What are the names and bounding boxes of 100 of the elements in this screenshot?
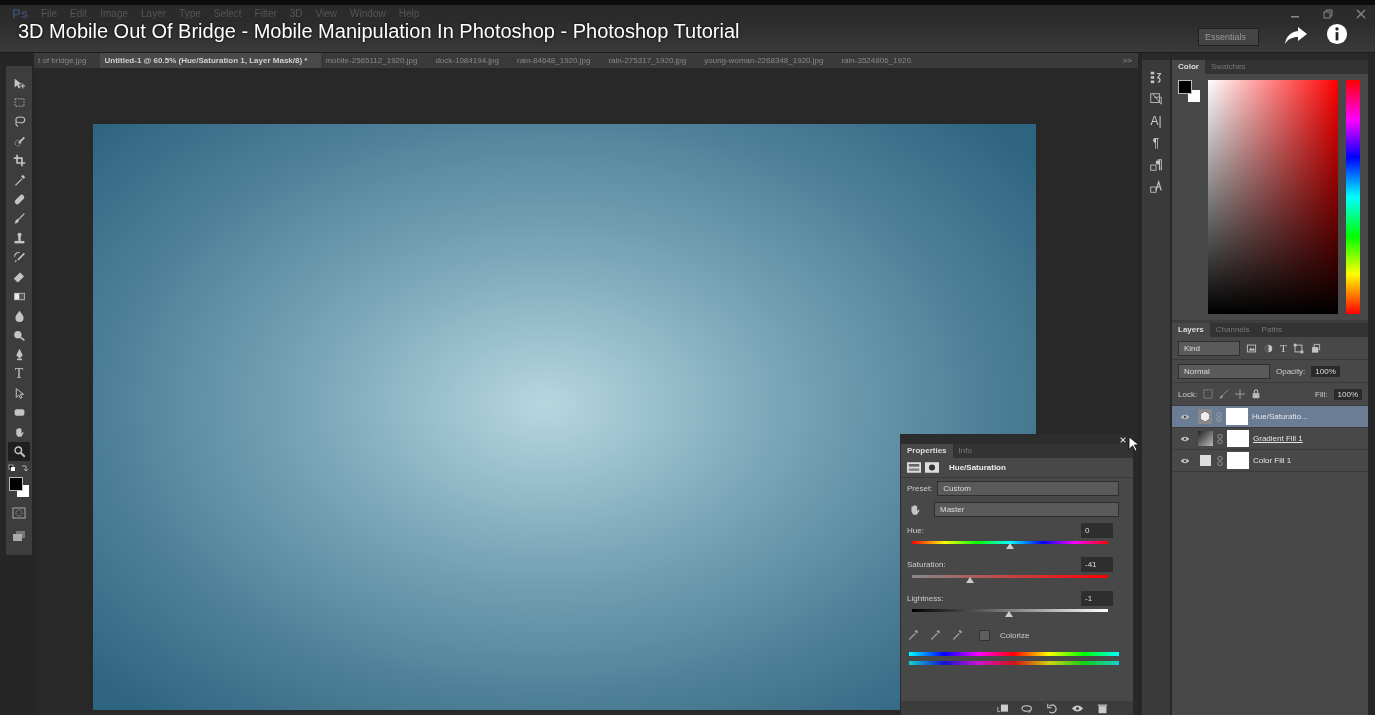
character-styles-panel-icon[interactable] [1149, 180, 1163, 194]
zoom-tool-icon[interactable] [12, 445, 26, 459]
panel-tab[interactable]: Info [952, 444, 978, 458]
workspace-dropdown[interactable]: Essentials [1197, 28, 1259, 46]
panel-tab[interactable]: Properties [901, 444, 953, 458]
opacity-label: Opacity: [1276, 366, 1306, 376]
marquee-tool-icon[interactable] [12, 96, 26, 110]
eyedropper-minus-icon[interactable] [951, 629, 963, 641]
lock-label: Lock: [1178, 389, 1198, 399]
share-icon[interactable] [1284, 25, 1308, 45]
gradient-tool-icon[interactable] [12, 290, 26, 303]
close-icon[interactable] [1355, 7, 1367, 20]
shape-filter-icon[interactable] [1292, 342, 1304, 354]
type-tool-button[interactable]: T [8, 364, 30, 384]
paragraph-panel-button[interactable]: ¶ [1152, 136, 1160, 150]
adjustment-filter-icon[interactable] [1263, 342, 1274, 354]
colorize-checkbox[interactable] [979, 629, 990, 641]
color-swatches-icon[interactable] [1178, 80, 1200, 102]
brush-icon[interactable] [1219, 389, 1230, 399]
quick-mask-icon[interactable] [12, 506, 26, 519]
slider-label: Lightness: [907, 594, 944, 603]
tab-overflow-button[interactable]: >> [1122, 56, 1138, 65]
panel-title: Hue/Saturation [949, 463, 1006, 472]
type-filter-button[interactable]: T [1280, 342, 1287, 354]
value-field[interactable]: -1 [1081, 591, 1113, 606]
paragraph-styles-panel-icon[interactable] [1149, 158, 1163, 172]
layer-thumbnail [1200, 455, 1211, 466]
dodge-tool-icon[interactable] [12, 328, 26, 342]
value-field[interactable]: -41 [1081, 557, 1113, 572]
channel-dropdown[interactable]: Master [934, 502, 1119, 517]
adjustment-icon [907, 462, 921, 473]
app-logo: Ps [12, 6, 28, 21]
eyedropper-plus-icon[interactable] [929, 629, 941, 641]
info-icon[interactable] [1326, 23, 1348, 45]
reset-icon[interactable] [1046, 703, 1059, 714]
hue-slider-thumb[interactable] [1006, 543, 1014, 549]
layer-mask-thumbnail [1226, 408, 1248, 425]
restore-icon[interactable] [1322, 7, 1334, 20]
screen-mode-icon[interactable] [12, 529, 26, 542]
eye-icon[interactable] [1180, 412, 1190, 421]
value-field[interactable]: 0 [1081, 523, 1113, 538]
swap-colors-icon[interactable] [8, 463, 30, 474]
panel-tab[interactable]: Layers [1172, 323, 1210, 337]
layer-row[interactable]: Hue/Saturatio... [1172, 406, 1368, 428]
layer-row[interactable]: Color Fill 1 [1172, 450, 1368, 472]
preset-dropdown[interactable]: Custom [937, 481, 1119, 496]
layer-mask-thumbnail [1227, 452, 1249, 469]
stamp-tool-icon[interactable] [12, 231, 26, 245]
layer-name: Hue/Saturatio... [1252, 412, 1308, 421]
video-title: 3D Mobile Out Of Bridge - Mobile Manipulation In Photoshop - Photoshop Tutorial [18, 20, 740, 43]
zoom-tool-button[interactable] [8, 442, 30, 461]
mask-icon[interactable] [925, 462, 939, 473]
pixel-filter-icon[interactable] [1246, 342, 1257, 354]
clip-layer-icon[interactable] [996, 703, 1009, 714]
smart-filter-icon[interactable] [1309, 342, 1321, 354]
layer-row[interactable]: Gradient Fill 1 [1172, 428, 1368, 450]
layer-name: Color Fill 1 [1253, 456, 1292, 465]
document-tab[interactable]: mobile-2565112_1920.jpg [321, 53, 432, 68]
color-field[interactable] [1208, 80, 1338, 314]
panel-tab[interactable]: Swatches [1204, 60, 1252, 74]
lightness-slider-thumb[interactable] [1005, 611, 1013, 617]
document-tab[interactable]: rain-84648_1920.jpg [513, 53, 605, 68]
quick-select-tool-icon[interactable] [12, 134, 26, 148]
layer-thumbnail [1198, 409, 1212, 424]
eye-icon[interactable] [1180, 434, 1190, 443]
document-tab[interactable]: rain-275317_1920.jpg [604, 53, 701, 68]
saturation-slider-thumb[interactable] [965, 577, 974, 583]
history-panel-icon[interactable] [1149, 70, 1163, 84]
blend-mode-dropdown[interactable]: Normal [1178, 363, 1270, 379]
panel-tab[interactable]: Paths [1255, 323, 1289, 337]
document-tab[interactable]: rain-3524806_1920. [837, 53, 928, 68]
hue-strip[interactable] [1346, 80, 1360, 314]
slider-label: Saturation: [907, 560, 946, 569]
link-icon [1216, 410, 1222, 423]
layer-mask-thumbnail [1227, 430, 1249, 447]
document-tab[interactable]: dock-1084194.jpg [431, 53, 513, 68]
move-tool-icon[interactable] [12, 76, 26, 90]
foreground-background-swatches[interactable] [9, 476, 29, 497]
link-icon [1217, 432, 1223, 445]
fill-field[interactable]: 100% [1333, 388, 1362, 400]
trash-icon[interactable] [1096, 703, 1109, 714]
visibility-icon[interactable] [1071, 703, 1084, 714]
panel-tab[interactable]: Color [1172, 60, 1205, 74]
navigator-panel-icon[interactable] [1149, 92, 1163, 106]
colorize-label: Colorize [1000, 630, 1030, 640]
filter-kind-dropdown[interactable]: Kind [1178, 340, 1240, 356]
crop-tool-icon[interactable] [12, 154, 26, 168]
eye-icon[interactable] [1180, 456, 1190, 465]
document-tab[interactable]: young-woman-2268348_1920.jpg [700, 53, 838, 68]
document-tab[interactable]: Untitled-1 @ 60.5% (Hue/Saturation 1, Layer Mask/8) * [100, 53, 322, 68]
character-panel-button[interactable]: A| [1150, 114, 1162, 128]
layer-name: Gradient Fill 1 [1253, 434, 1303, 443]
move-icon[interactable] [1235, 389, 1246, 399]
opacity-field[interactable]: 100% [1311, 365, 1340, 377]
history-brush-tool-icon[interactable] [12, 251, 26, 265]
layer-thumbnail [1198, 431, 1213, 446]
view-previous-icon[interactable] [1021, 703, 1034, 714]
link-icon [1217, 454, 1223, 467]
lock-icon[interactable] [1251, 389, 1262, 399]
eyedropper-icon[interactable] [907, 629, 919, 641]
